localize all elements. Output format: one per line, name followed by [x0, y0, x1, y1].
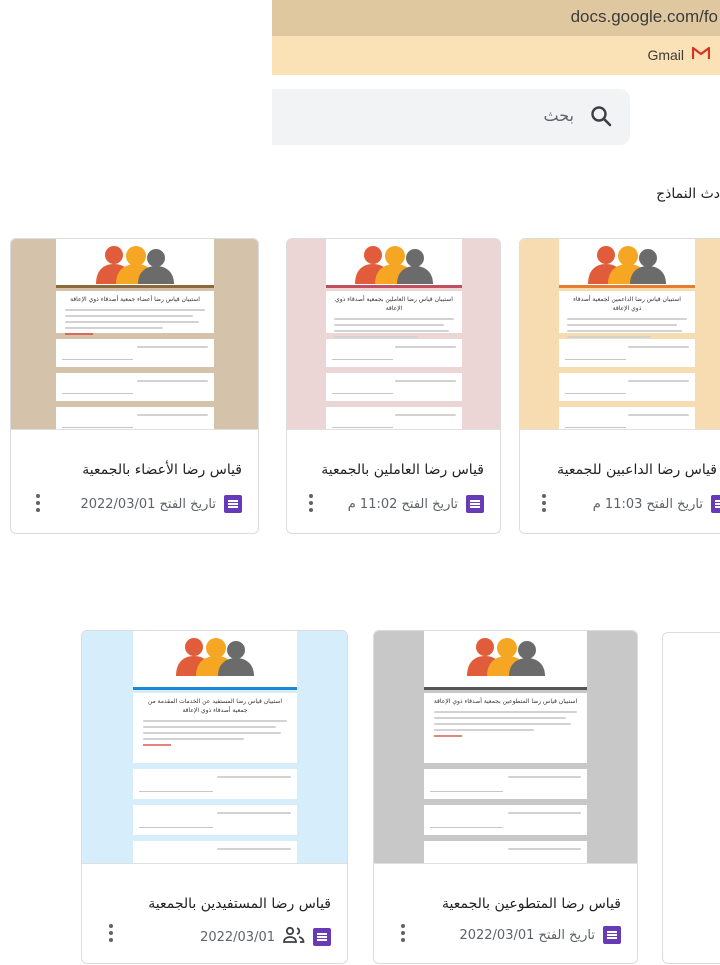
form-header-image [326, 239, 462, 285]
form-preview-page: استبيان قياس رضا أعضاء جمعية أصدقاء ذوي … [56, 239, 214, 429]
logo-icon [584, 244, 670, 288]
more-vert-icon[interactable] [108, 924, 114, 945]
form-card[interactable]: استبيان قياس رضا العاملين بجمعية أصدقاء … [286, 238, 501, 534]
gmail-icon [691, 45, 711, 64]
search-bar[interactable]: بحث [272, 89, 630, 145]
form-header-image [559, 239, 695, 285]
form-preview-page: استبيان قياس رضا المستفيد عن الخدمات الم… [133, 631, 297, 863]
search-placeholder: بحث [543, 106, 575, 125]
logo-icon [172, 636, 258, 680]
form-card[interactable]: استبيان قياس رضا أعضاء جمعية أصدقاء ذوي … [10, 238, 259, 534]
bookmarks-bar: Gmail [272, 36, 720, 75]
card-meta: تاريخ الفتح 11:02 م [348, 495, 484, 513]
card-thumbnail: استبيان قياس رضا أعضاء جمعية أصدقاء ذوي … [11, 239, 258, 429]
card-meta-text: تاريخ الفتح 11:02 م [347, 496, 458, 512]
logo-icon [351, 244, 437, 288]
card-thumbnail: استبيان قياس رضا العاملين بجمعية أصدقاء … [287, 239, 500, 429]
logo-icon [92, 244, 178, 288]
forms-icon [466, 495, 484, 513]
card-meta-text: تاريخ الفتح 2022/03/01 [80, 496, 216, 512]
card-thumbnail: استبيان قياس رضا المتطوعين بجمعية أصدقاء… [374, 631, 637, 863]
card-title: قياس رضا الداعبين للجمعية [557, 462, 717, 478]
form-preview-title: استبيان قياس رضا أعضاء جمعية أصدقاء ذوي … [70, 296, 200, 303]
forms-icon [313, 928, 331, 946]
card-meta: تاريخ الفتح 2022/03/01 [459, 926, 621, 944]
card-meta: تاريخ الفتح 11:03 م [593, 495, 720, 513]
section-title: دث النماذج [656, 186, 720, 202]
more-vert-icon[interactable] [400, 924, 406, 945]
form-preview-title: استبيان قياس رضا المستفيد عن الخدمات الم… [147, 698, 283, 714]
form-preview-page: استبيان قياس رضا الداعمين لجمعية أصدقاء … [559, 239, 695, 429]
bookmark-gmail-label: Gmail [647, 46, 684, 63]
form-header-image [424, 631, 587, 687]
more-vert-icon[interactable] [308, 494, 314, 515]
form-preview-page: استبيان قياس رضا المتطوعين بجمعية أصدقاء… [424, 631, 587, 863]
form-card-partial[interactable] [662, 632, 720, 964]
form-card[interactable]: استبيان قياس رضا المستفيد عن الخدمات الم… [81, 630, 348, 964]
card-title: قياس رضا المتطوعين بالجمعية [441, 896, 621, 912]
form-card[interactable]: استبيان قياس رضا المتطوعين بجمعية أصدقاء… [373, 630, 638, 964]
card-title: قياس رضا المستفيدين بالجمعية [148, 896, 331, 912]
search-icon[interactable] [590, 105, 612, 131]
card-meta-text: تاريخ الفتح 2022/03/01 [459, 927, 595, 943]
card-meta-text: تاريخ الفتح 11:03 م [592, 496, 703, 512]
forms-icon [224, 495, 242, 513]
card-meta-text: 2022/03/01 [200, 929, 275, 945]
forms-icon [711, 495, 720, 513]
card-title: قياس رضا الأعضاء بالجمعية [82, 462, 242, 478]
form-preview-page: استبيان قياس رضا العاملين بجمعية أصدقاء … [326, 239, 462, 429]
card-title: قياس رضا العاملين بالجمعية [321, 462, 484, 478]
more-vert-icon[interactable] [541, 494, 547, 515]
form-header-image [133, 631, 297, 687]
bookmark-gmail[interactable]: Gmail [647, 45, 711, 64]
address-bar[interactable]: docs.google.com/fo [272, 0, 720, 36]
people-icon [283, 926, 305, 948]
form-preview-title: استبيان قياس رضا الداعمين لجمعية أصدقاء … [573, 296, 681, 312]
forms-icon [603, 926, 621, 944]
card-meta: 2022/03/01 [200, 926, 331, 948]
form-card[interactable]: استبيان قياس رضا الداعمين لجمعية أصدقاء … [519, 238, 720, 534]
logo-icon [463, 636, 549, 680]
card-thumbnail: استبيان قياس رضا المستفيد عن الخدمات الم… [82, 631, 347, 863]
more-vert-icon[interactable] [35, 494, 41, 515]
form-header-image [56, 239, 214, 285]
card-meta: تاريخ الفتح 2022/03/01 [80, 495, 242, 513]
card-thumbnail: استبيان قياس رضا الداعمين لجمعية أصدقاء … [520, 239, 720, 429]
form-preview-title: استبيان قياس رضا العاملين بجمعية أصدقاء … [335, 296, 453, 312]
url-text[interactable]: docs.google.com/fo [571, 7, 718, 27]
form-preview-title: استبيان قياس رضا المتطوعين بجمعية أصدقاء… [433, 698, 578, 705]
